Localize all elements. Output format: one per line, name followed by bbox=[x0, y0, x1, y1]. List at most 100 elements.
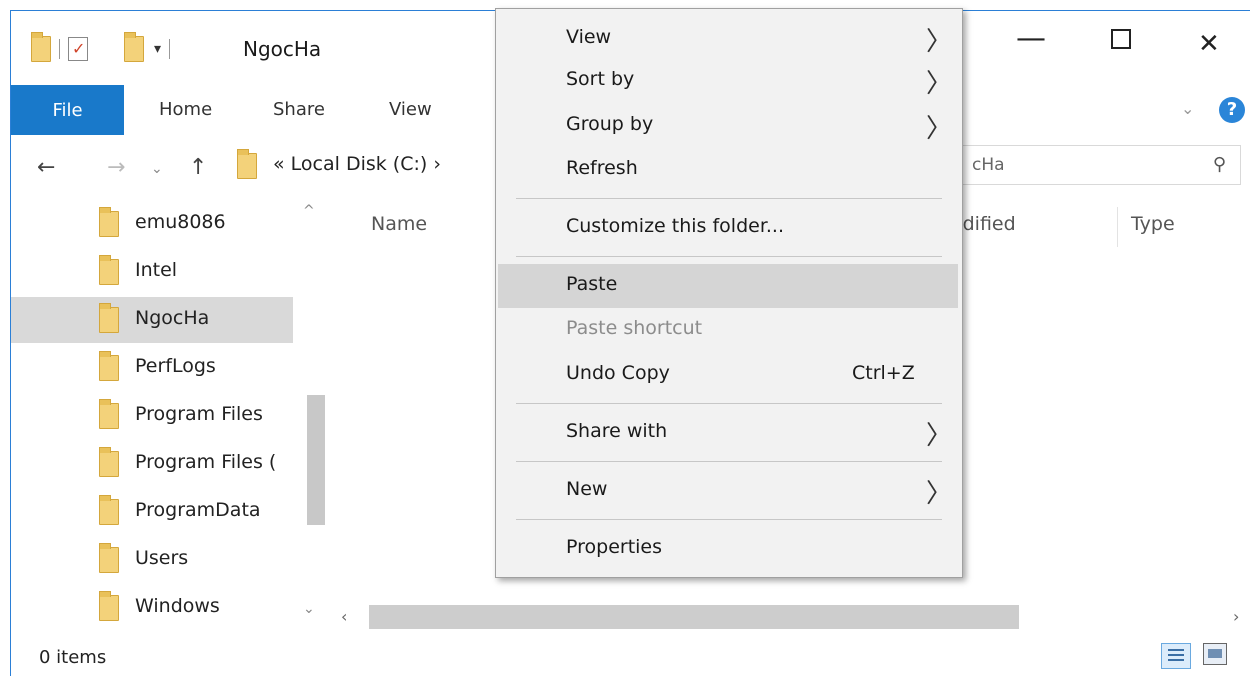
large-icons-view-icon[interactable] bbox=[1203, 643, 1227, 665]
search-input[interactable]: cHa bbox=[972, 155, 1005, 175]
horizontal-scrollbar-thumb[interactable] bbox=[369, 605, 1019, 629]
navigation-pane: emu8086 Intel NgocHa PerfLogs Program Fi… bbox=[11, 201, 331, 641]
folder-icon bbox=[99, 399, 119, 429]
menu-item-share-with[interactable]: Share with 〉 bbox=[498, 411, 958, 455]
scroll-left-icon[interactable]: ‹ bbox=[341, 607, 347, 626]
menu-item-paste[interactable]: Paste bbox=[498, 264, 958, 308]
tab-home[interactable]: Home bbox=[159, 99, 212, 120]
quick-access-toolbar: ▾ bbox=[31, 32, 178, 63]
search-icon[interactable]: ⚲ bbox=[1213, 154, 1226, 175]
item-count: 0 items bbox=[39, 647, 107, 668]
minimize-button[interactable]: — bbox=[1016, 21, 1046, 56]
nav-item-ngocha[interactable]: NgocHa bbox=[11, 297, 293, 343]
menu-item-undo-copy[interactable]: Undo Copy Ctrl+Z bbox=[498, 353, 958, 397]
maximize-button[interactable] bbox=[1111, 29, 1131, 49]
submenu-arrow-icon: 〉 bbox=[926, 421, 953, 451]
folder-icon bbox=[99, 543, 119, 573]
menu-item-label: Paste shortcut bbox=[566, 317, 703, 339]
nav-item-label: emu8086 bbox=[135, 211, 226, 233]
folder-icon bbox=[99, 591, 119, 621]
window-title: NgocHa bbox=[243, 37, 322, 61]
nav-item-program-files[interactable]: Program Files bbox=[11, 393, 293, 439]
nav-item-program-files-x86[interactable]: Program Files ( bbox=[11, 441, 293, 487]
menu-item-properties[interactable]: Properties bbox=[498, 527, 958, 571]
properties-icon[interactable] bbox=[68, 37, 88, 61]
nav-item-label: PerfLogs bbox=[135, 355, 216, 377]
nav-item-label: Intel bbox=[135, 259, 178, 281]
submenu-arrow-icon: 〉 bbox=[926, 114, 953, 144]
menu-item-group-by[interactable]: Group by 〉 bbox=[498, 104, 958, 148]
back-button[interactable]: ← bbox=[37, 155, 55, 180]
folder-icon bbox=[99, 207, 119, 237]
folder-icon bbox=[99, 351, 119, 381]
nav-item-label: Users bbox=[135, 547, 189, 569]
nav-item-users[interactable]: Users bbox=[11, 537, 293, 583]
nav-item-perflogs[interactable]: PerfLogs bbox=[11, 345, 293, 391]
recent-locations-dropdown[interactable]: ⌄ bbox=[151, 161, 163, 177]
submenu-arrow-icon: 〉 bbox=[926, 27, 953, 57]
submenu-arrow-icon: 〉 bbox=[926, 69, 953, 99]
menu-item-label: Group by bbox=[566, 113, 654, 135]
menu-item-label: Share with bbox=[566, 420, 668, 442]
menu-item-label: Customize this folder... bbox=[566, 215, 785, 237]
menu-separator bbox=[516, 461, 942, 462]
menu-item-paste-shortcut[interactable]: Paste shortcut bbox=[498, 308, 958, 352]
menu-item-label: New bbox=[566, 478, 608, 500]
up-button[interactable]: ↑ bbox=[189, 155, 207, 180]
menu-item-label: Undo Copy bbox=[566, 362, 670, 384]
toolbar-divider bbox=[59, 39, 60, 59]
column-divider[interactable] bbox=[1117, 207, 1118, 247]
new-folder-icon[interactable] bbox=[124, 32, 144, 62]
customize-toolbar-dropdown-icon[interactable]: ▾ bbox=[154, 41, 161, 57]
scroll-down-icon[interactable]: ⌄ bbox=[303, 601, 315, 617]
nav-item-label: Windows bbox=[135, 595, 220, 617]
vertical-scrollbar-thumb[interactable] bbox=[307, 395, 325, 525]
menu-item-sort-by[interactable]: Sort by 〉 bbox=[498, 59, 958, 103]
folder-icon bbox=[99, 255, 119, 285]
close-button[interactable]: ✕ bbox=[1198, 29, 1220, 59]
menu-separator bbox=[516, 198, 942, 199]
search-box[interactable]: cHa ⚲ bbox=[941, 145, 1241, 185]
nav-item-emu8086[interactable]: emu8086 bbox=[11, 201, 293, 247]
folder-icon bbox=[31, 32, 51, 62]
nav-item-intel[interactable]: Intel bbox=[11, 249, 293, 295]
folder-icon bbox=[99, 495, 119, 525]
menu-item-refresh[interactable]: Refresh bbox=[498, 148, 958, 192]
tab-file[interactable]: File bbox=[11, 85, 124, 135]
scroll-up-icon[interactable]: ^ bbox=[303, 203, 315, 219]
nav-item-windows[interactable]: Windows bbox=[11, 585, 293, 631]
menu-item-new[interactable]: New 〉 bbox=[498, 469, 958, 513]
context-menu: View 〉 Sort by 〉 Group by 〉 Refresh Cust… bbox=[495, 8, 963, 578]
address-path[interactable]: « Local Disk (C:) › bbox=[273, 153, 441, 175]
expand-ribbon-icon[interactable]: ⌄ bbox=[1181, 99, 1194, 118]
menu-item-view[interactable]: View 〉 bbox=[498, 17, 958, 61]
tab-share[interactable]: Share bbox=[273, 99, 325, 120]
nav-item-label: NgocHa bbox=[135, 307, 210, 329]
menu-item-label: Refresh bbox=[566, 157, 638, 179]
menu-item-label: Properties bbox=[566, 536, 663, 558]
tab-view[interactable]: View bbox=[389, 99, 432, 120]
folder-icon bbox=[99, 303, 119, 333]
menu-item-label: Sort by bbox=[566, 68, 635, 90]
forward-button[interactable]: → bbox=[107, 155, 125, 180]
nav-item-label: Program Files bbox=[135, 403, 263, 425]
menu-separator bbox=[516, 519, 942, 520]
toolbar-divider bbox=[169, 39, 171, 59]
address-bar[interactable]: « Local Disk (C:) › bbox=[229, 145, 529, 185]
menu-separator bbox=[516, 403, 942, 404]
keyboard-shortcut: Ctrl+Z bbox=[852, 362, 915, 384]
nav-item-label: Program Files ( bbox=[135, 451, 277, 473]
menu-separator bbox=[516, 256, 942, 257]
folder-icon bbox=[237, 149, 257, 179]
nav-item-programdata[interactable]: ProgramData bbox=[11, 489, 293, 535]
menu-item-label: Paste bbox=[566, 273, 618, 295]
help-icon[interactable]: ? bbox=[1219, 97, 1245, 123]
details-view-icon[interactable] bbox=[1161, 643, 1191, 669]
menu-item-customize-folder[interactable]: Customize this folder... bbox=[498, 206, 958, 250]
maximize-icon bbox=[1111, 29, 1131, 49]
column-header-name[interactable]: Name bbox=[371, 213, 427, 235]
scroll-right-icon[interactable]: › bbox=[1233, 607, 1239, 626]
column-header-type[interactable]: Type bbox=[1131, 213, 1175, 235]
folder-icon bbox=[99, 447, 119, 477]
submenu-arrow-icon: 〉 bbox=[926, 479, 953, 509]
